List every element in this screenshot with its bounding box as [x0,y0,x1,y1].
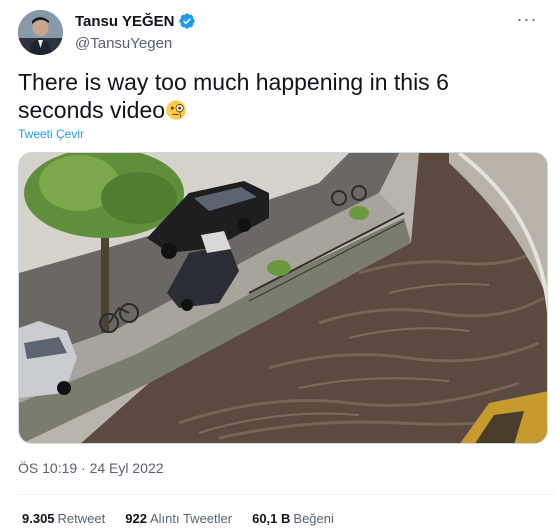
display-name[interactable]: Tansu YEĞEN [75,12,196,30]
display-name-text: Tansu YEĞEN [75,12,175,30]
tweet-video[interactable] [18,152,548,444]
translate-link[interactable]: Tweeti Çevir [18,127,84,141]
handle[interactable]: @TansuYegen [75,35,196,52]
retweet-count-value: 9.305 [22,511,55,526]
engagement-stats: 9.305 Retweet 922 Alıntı Tweetler 60,1 B Be… [22,511,334,526]
divider [18,494,556,495]
quote-tweet-count-label: Alıntı Tweetler [149,511,233,526]
tweet-timestamp[interactable]: ÖS 10:19 · 24 Eyl 2022 [18,460,164,476]
like-count-value: 60,1 B [252,511,291,526]
retweet-count[interactable]: 9.305 Retweet [22,511,105,526]
avatar[interactable] [18,10,63,55]
retweet-count-label: Retweet [57,511,106,526]
tweet-header: Tansu YEĞEN @TansuYegen ··· [18,10,538,58]
avatar-image [18,10,63,55]
verified-badge-icon [179,13,196,29]
like-count-label: Beğeni [293,511,334,526]
like-count[interactable]: 60,1 B Beğeni [252,511,334,526]
quote-tweet-count[interactable]: 922 Alıntı Tweetler [125,511,232,526]
more-options-icon[interactable]: ··· [516,10,538,32]
video-frame [19,153,547,443]
face-with-monocle-icon [166,100,186,120]
quote-tweet-count-value: 922 [125,511,147,526]
tweet-text-body: There is way too much happening in this … [18,69,449,123]
tweet-text: There is way too much happening in this … [18,68,538,124]
